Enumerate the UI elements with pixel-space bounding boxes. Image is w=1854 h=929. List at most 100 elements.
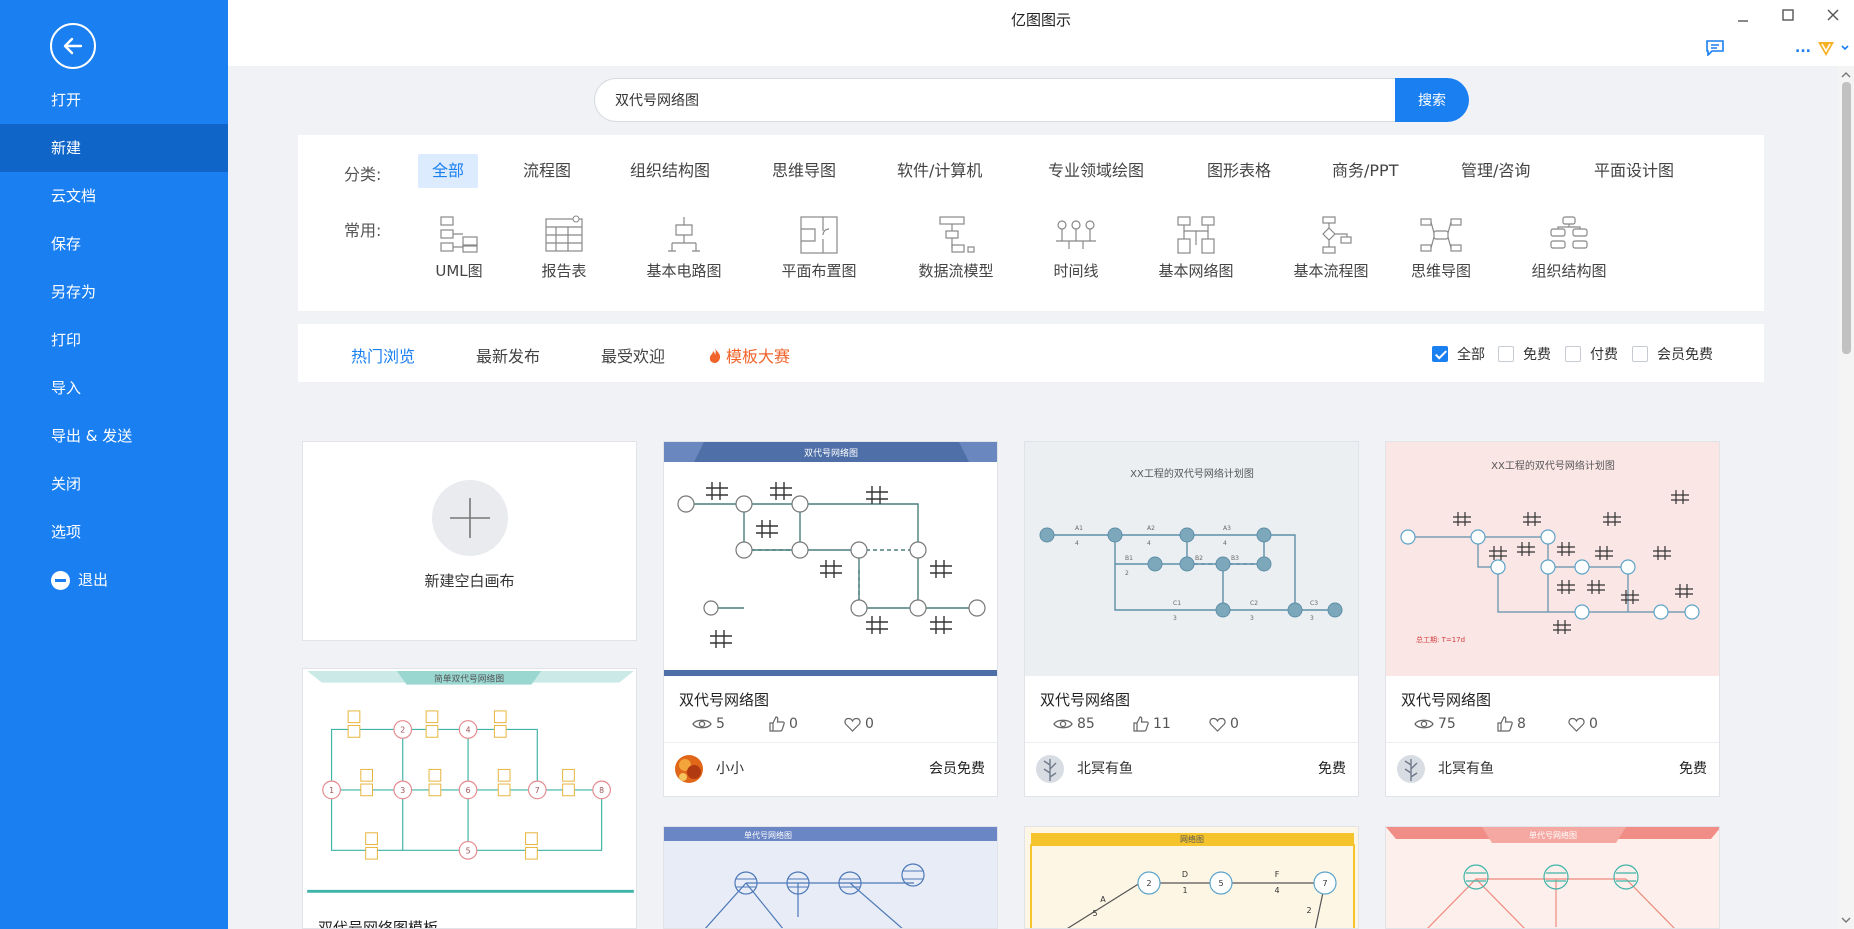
scrollbar-thumb[interactable] <box>1842 82 1851 354</box>
author-name[interactable]: 北冥有鱼 <box>1077 758 1133 778</box>
filter-member-free[interactable]: 会员免费 <box>1632 344 1713 364</box>
common-org-chart[interactable]: 组织结构图 <box>1514 215 1624 281</box>
favorite-count[interactable]: 0 <box>1568 716 1598 732</box>
template-card[interactable]: 网络图 257 D1F4 A52 <box>1024 826 1359 929</box>
sidebar-item-label: 导出 & 发送 <box>51 427 133 445</box>
scroll-up-arrow-icon[interactable] <box>1838 68 1854 82</box>
sidebar-item-label: 保存 <box>51 235 82 253</box>
sidebar-item-save[interactable]: 保存 <box>0 220 228 268</box>
like-count[interactable]: 11 <box>1133 716 1171 732</box>
common-mind-map[interactable]: 思维导图 <box>1386 215 1496 281</box>
common-data-flow[interactable]: 数据流模型 <box>901 215 1011 281</box>
arrow-left-icon <box>63 37 83 55</box>
avatar[interactable] <box>1036 755 1064 783</box>
common-circuit[interactable]: 基本电路图 <box>629 215 739 281</box>
svg-text:5: 5 <box>1218 879 1223 888</box>
author-name[interactable]: 北冥有鱼 <box>1438 758 1494 778</box>
close-icon <box>1827 9 1839 21</box>
category-all[interactable]: 全部 <box>418 154 479 188</box>
common-basic-flowchart[interactable]: 基本流程图 <box>1276 215 1386 281</box>
svg-text:A3: A3 <box>1223 525 1231 532</box>
sidebar-item-exit[interactable]: 退出 <box>0 556 228 604</box>
card-footer: 北冥有鱼 免费 <box>1025 742 1358 790</box>
sidebar-item-cloud-docs[interactable]: 云文档 <box>0 172 228 220</box>
category-mind-map[interactable]: 思维导图 <box>758 154 850 188</box>
svg-text:4: 4 <box>1274 886 1279 895</box>
svg-text:8: 8 <box>599 786 604 795</box>
price-label: 会员免费 <box>929 761 985 777</box>
sidebar-item-export-send[interactable]: 导出 & 发送 <box>0 412 228 460</box>
sidebar-item-open[interactable]: 打开 <box>0 76 228 124</box>
common-network[interactable]: 基本网络图 <box>1141 215 1251 281</box>
vip-crown-icon[interactable] <box>1816 38 1852 60</box>
sidebar-menu: 打开 新建 云文档 保存 另存为 打印 导入 导出 & 发送 关闭 选项 退出 <box>0 76 228 604</box>
avatar[interactable] <box>1397 755 1425 783</box>
like-count-value: 8 <box>1517 716 1526 732</box>
filter-all[interactable]: 全部 <box>1432 344 1485 364</box>
svg-text:2: 2 <box>1146 879 1151 888</box>
minimize-button[interactable] <box>1728 4 1758 28</box>
category-flowchart[interactable]: 流程图 <box>509 154 585 188</box>
svg-text:C2: C2 <box>1250 600 1258 607</box>
category-charts-tables[interactable]: 图形表格 <box>1193 154 1285 188</box>
search-input[interactable] <box>594 78 1396 122</box>
scroll-down-arrow-icon[interactable] <box>1838 913 1854 927</box>
template-thumbnail: 单代号网络图 <box>664 827 997 928</box>
vertical-scrollbar[interactable] <box>1838 66 1854 929</box>
category-business-ppt[interactable]: 商务/PPT <box>1318 154 1412 188</box>
tab-popular[interactable]: 最受欢迎 <box>601 343 665 367</box>
template-card[interactable]: 双代号网络图 双代号网络图 5 0 0 小小 会员免费 <box>663 441 998 797</box>
plus-icon <box>432 480 508 556</box>
like-count[interactable]: 0 <box>769 716 798 732</box>
sidebar-item-print[interactable]: 打印 <box>0 316 228 364</box>
message-icon[interactable] <box>1705 40 1725 56</box>
common-report[interactable]: 报告表 <box>509 215 619 281</box>
sidebar-item-options[interactable]: 选项 <box>0 508 228 556</box>
svg-text:A: A <box>1100 895 1106 904</box>
favorite-count[interactable]: 0 <box>844 716 874 732</box>
common-timeline[interactable]: 时间线 <box>1021 215 1131 281</box>
tab-template-contest[interactable]: 模板大赛 <box>708 343 790 367</box>
like-count-value: 11 <box>1153 716 1171 732</box>
category-software[interactable]: 软件/计算机 <box>883 154 996 188</box>
svg-text:C3: C3 <box>1310 600 1318 607</box>
svg-text:4: 4 <box>466 725 471 734</box>
thumb-note: 总工期: T=17d <box>1416 635 1465 644</box>
category-management[interactable]: 管理/咨询 <box>1447 154 1544 188</box>
like-count[interactable]: 8 <box>1497 716 1526 732</box>
minimize-icon <box>1738 20 1748 22</box>
back-button[interactable] <box>50 23 96 69</box>
common-uml[interactable]: UML图 <box>404 215 514 281</box>
author-name[interactable]: 小小 <box>716 758 744 778</box>
category-graphic-design[interactable]: 平面设计图 <box>1580 154 1688 188</box>
template-card[interactable]: XX工程的双代号网络计划图 总工期: T=17d 双代号网络图 75 8 0 北… <box>1385 441 1720 797</box>
template-card[interactable]: 单代号网络图 <box>1385 826 1720 929</box>
favorite-count[interactable]: 0 <box>1209 716 1239 732</box>
template-card[interactable]: 单代号网络图 <box>663 826 998 929</box>
new-blank-canvas-card[interactable]: 新建空白画布 <box>302 441 637 641</box>
template-card[interactable]: 简单双代号网络图 1 2 4 3 6 7 8 5 双代号网络图模板 <box>302 668 637 929</box>
close-window-button[interactable] <box>1818 4 1848 25</box>
tab-hot[interactable]: 热门浏览 <box>351 343 415 367</box>
template-card[interactable]: XX工程的双代号网络计划图 A1 4 A2 4 A3 4 B1 2 B2 B3 C1 3 C… <box>1024 441 1359 797</box>
sidebar-item-import[interactable]: 导入 <box>0 364 228 412</box>
tab-latest[interactable]: 最新发布 <box>476 343 540 367</box>
filter-paid[interactable]: 付费 <box>1565 344 1618 364</box>
more-button[interactable]: ... <box>1795 40 1811 56</box>
template-thumbnail: 单代号网络图 <box>1386 827 1719 928</box>
common-item-label: 组织结构图 <box>1531 262 1607 280</box>
filter-free[interactable]: 免费 <box>1498 344 1551 364</box>
category-org-chart[interactable]: 组织结构图 <box>616 154 724 188</box>
common-floor-plan[interactable]: 平面布置图 <box>764 215 874 281</box>
maximize-button[interactable] <box>1773 4 1803 25</box>
search-button[interactable]: 搜索 <box>1395 78 1469 122</box>
circuit-icon <box>668 217 700 252</box>
template-title: 双代号网络图模板 <box>318 919 439 929</box>
maximize-icon <box>1782 9 1794 21</box>
filter-bar: 热门浏览 最新发布 最受欢迎 模板大赛 全部 免费 付费 会员免费 <box>298 324 1764 382</box>
sidebar-item-new[interactable]: 新建 <box>0 124 228 172</box>
sidebar-item-save-as[interactable]: 另存为 <box>0 268 228 316</box>
category-professional[interactable]: 专业领域绘图 <box>1034 154 1158 188</box>
avatar[interactable] <box>675 755 703 783</box>
sidebar-item-close[interactable]: 关闭 <box>0 460 228 508</box>
